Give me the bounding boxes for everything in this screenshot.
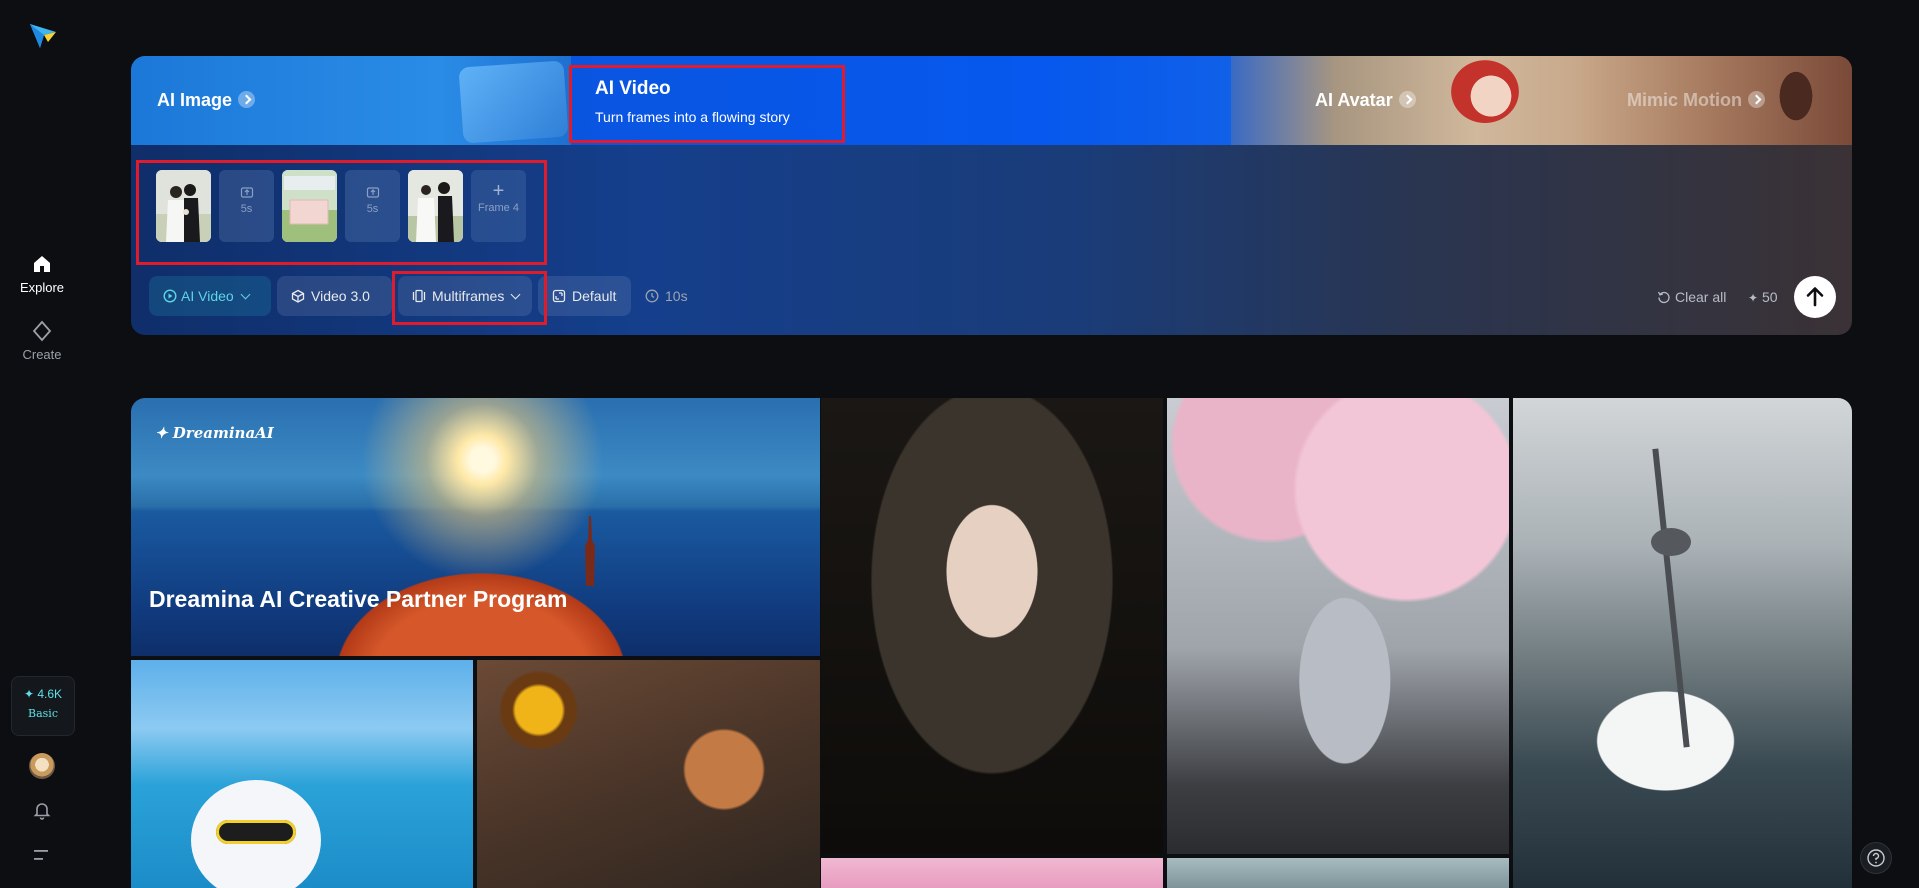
figure-silhouette	[585, 516, 595, 586]
style-select[interactable]: Default	[538, 276, 631, 316]
aspect-ratio-icon	[552, 290, 566, 303]
diamond-icon	[32, 320, 52, 342]
gallery-card[interactable]	[1167, 398, 1509, 854]
credits-value: ✦ 4.6K	[23, 687, 63, 701]
tab-mimic-motion-label: Mimic Motion	[1627, 90, 1742, 110]
sidebar: Explore Create ✦ 4.6K Basic	[0, 0, 84, 888]
explore-gallery: ✦ DreaminaAI Dreamina AI Creative Partne…	[131, 398, 1852, 888]
highlight-box	[136, 160, 547, 265]
plan-label: Basic	[28, 707, 58, 720]
bell-icon[interactable]	[32, 800, 52, 820]
arrow-up-icon	[1806, 287, 1824, 307]
gallery-card[interactable]	[1513, 398, 1852, 888]
model-select-label: Video 3.0	[311, 288, 370, 304]
promo-banner-card[interactable]: ✦ DreaminaAI Dreamina AI Creative Partne…	[131, 398, 820, 656]
chevron-right-icon	[1748, 90, 1765, 108]
clock-icon	[645, 289, 659, 303]
whale-icon	[458, 60, 569, 144]
credit-cost: ✦ 50	[1748, 289, 1778, 305]
girl-avatar-icon	[1431, 56, 1551, 145]
help-button[interactable]	[1860, 842, 1892, 874]
cube-icon	[291, 290, 305, 304]
dreamina-logo-icon[interactable]	[26, 18, 60, 52]
tab-ai-avatar-label: AI Avatar	[1315, 90, 1393, 110]
nav-explore[interactable]: Explore	[0, 252, 84, 295]
gallery-card[interactable]	[821, 398, 1163, 854]
clear-all-label: Clear all	[1675, 289, 1727, 305]
credit-star-icon: ✦	[1748, 291, 1759, 305]
dreamina-logo-icon: ✦	[155, 424, 173, 442]
home-icon	[34, 256, 50, 272]
tab-ai-image-label: AI Image	[157, 90, 233, 110]
question-icon	[1867, 849, 1885, 867]
duration-select[interactable]: 10s	[645, 276, 688, 316]
mode-select[interactable]: AI Video	[149, 276, 271, 316]
reset-icon	[1657, 291, 1670, 304]
tab-mimic-motion[interactable]: Mimic Motion	[1581, 56, 1852, 145]
gallery-card[interactable]	[1167, 858, 1509, 888]
clear-all-button[interactable]: Clear all	[1657, 289, 1726, 305]
menu-icon[interactable]	[33, 847, 51, 863]
gallery-card[interactable]	[477, 660, 820, 888]
model-select[interactable]: Video 3.0	[277, 276, 392, 316]
banner-title: Dreamina AI Creative Partner Program	[149, 586, 568, 612]
gallery-card[interactable]	[131, 660, 473, 888]
nav-create-label: Create	[22, 347, 62, 362]
mode-tabs: AI Image AI Avatar Mimic Motion AI Video…	[131, 56, 1852, 145]
tab-ai-image[interactable]: AI Image	[131, 56, 571, 145]
mode-select-label: AI Video	[181, 288, 234, 304]
nav-explore-label: Explore	[19, 280, 65, 295]
chevron-right-icon	[238, 90, 256, 108]
chevron-down-icon	[240, 289, 251, 300]
highlight-box	[569, 65, 845, 143]
avatar[interactable]	[29, 753, 55, 779]
credit-cost-value: 50	[1761, 289, 1778, 305]
banner-brand-label: DreaminaAI	[172, 424, 274, 442]
duration-select-label: 10s	[665, 288, 688, 304]
nav-create[interactable]: Create	[0, 319, 84, 362]
credits-box[interactable]: ✦ 4.6K Basic	[11, 676, 75, 736]
style-select-label: Default	[572, 288, 617, 304]
highlight-box	[392, 271, 547, 325]
chevron-right-icon	[1398, 90, 1416, 108]
generate-button[interactable]	[1794, 276, 1836, 318]
create-panel: AI Image AI Avatar Mimic Motion AI Video…	[131, 56, 1852, 335]
video-mode-icon	[163, 289, 177, 303]
gallery-card[interactable]	[821, 858, 1163, 888]
tab-ai-avatar[interactable]: AI Avatar	[1231, 56, 1581, 145]
